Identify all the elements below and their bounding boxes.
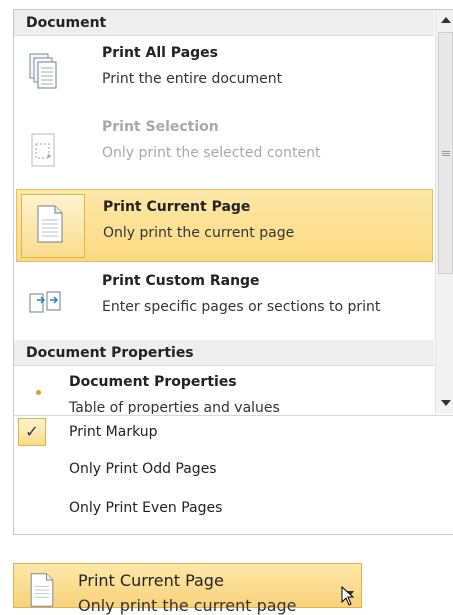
check-label: Print Markup (69, 424, 158, 440)
check-label: Only Print Odd Pages (69, 461, 217, 477)
selection-page-icon (31, 133, 55, 167)
checkmark-icon: ✓ (18, 418, 46, 446)
scroll-thumb[interactable] (438, 32, 453, 274)
grip-icon (441, 150, 450, 152)
print-options-dropdown: Document Print All Pages Print the entir… (13, 9, 453, 535)
arrow-down-icon (440, 400, 451, 406)
mouse-cursor-icon (341, 586, 355, 606)
selected-option-title: Print Current Page (78, 571, 224, 590)
bullet-icon (36, 390, 41, 395)
option-description: Enter specific pages or sections to prin… (102, 299, 381, 315)
option-title: Print Current Page (103, 199, 251, 215)
check-label: Only Print Even Pages (69, 500, 223, 516)
check-item-even-pages[interactable]: Only Print Even Pages (14, 492, 453, 524)
option-print-current-page[interactable]: Print Current Page Only print the curren… (16, 189, 433, 262)
scroll-down-button[interactable] (436, 393, 453, 413)
option-print-all-pages[interactable]: Print All Pages Print the entire documen… (14, 36, 434, 110)
option-document-properties[interactable]: Document Properties Table of properties … (14, 366, 434, 414)
option-description: Only print the selected content (102, 145, 321, 161)
section-header-document-properties: Document Properties (14, 340, 434, 366)
check-item-odd-pages[interactable]: Only Print Odd Pages (14, 453, 453, 485)
print-range-list: Document Print All Pages Print the entir… (14, 10, 434, 414)
single-page-icon (37, 205, 63, 243)
section-header-document: Document (14, 10, 434, 36)
option-title: Print Selection (102, 119, 219, 135)
option-description: Print the entire document (102, 71, 283, 87)
pages-stack-icon (29, 53, 57, 89)
option-description: Only print the current page (103, 225, 295, 241)
vertical-scrollbar[interactable] (435, 10, 453, 414)
option-title: Document Properties (69, 374, 237, 390)
print-options-checklist: ✓ Print Markup Only Print Odd Pages Only… (14, 415, 453, 535)
check-item-print-markup[interactable]: ✓ Print Markup (14, 416, 453, 448)
option-print-selection[interactable]: Print Selection Only print the selected … (14, 110, 434, 186)
page-range-icon (29, 291, 61, 313)
scroll-up-button[interactable] (436, 10, 453, 30)
option-description: Table of properties and values (69, 400, 280, 414)
option-title: Print All Pages (102, 45, 218, 61)
selected-print-option-button[interactable]: Print Current Page Only print the curren… (13, 563, 362, 615)
option-title: Print Custom Range (102, 273, 260, 289)
arrow-up-icon (440, 17, 451, 23)
selected-option-description: Only print the current page (78, 596, 297, 615)
option-print-custom-range[interactable]: Print Custom Range Enter specific pages … (14, 264, 434, 340)
